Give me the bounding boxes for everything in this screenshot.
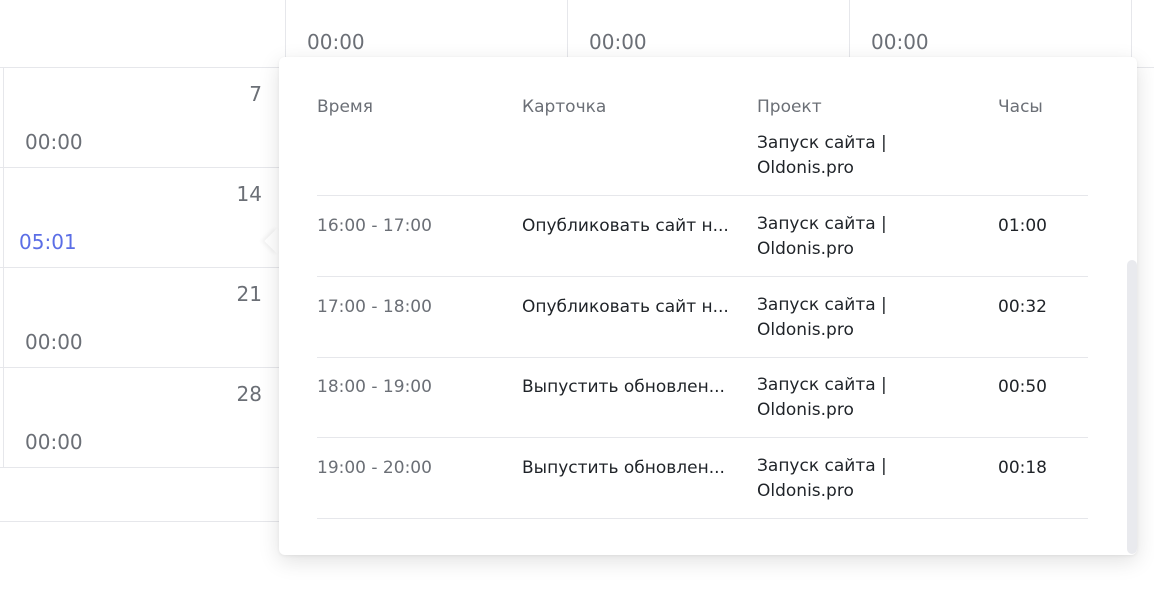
grid-line bbox=[0, 167, 280, 168]
grid-line bbox=[0, 467, 280, 468]
day-total[interactable]: 00:00 bbox=[25, 330, 83, 354]
day-total-selected[interactable]: 05:01 bbox=[19, 230, 77, 254]
entry-project-line1: Запуск сайта | bbox=[757, 375, 887, 395]
grid-line bbox=[0, 521, 280, 522]
column-header-project: Проект bbox=[757, 97, 822, 117]
grid-line bbox=[0, 367, 280, 368]
day-total[interactable]: 00:00 bbox=[307, 30, 365, 54]
entry-project-line1: Запуск сайта | bbox=[757, 133, 887, 153]
day-total[interactable]: 00:00 bbox=[25, 130, 83, 154]
entry-project-line2: Oldonis.pro bbox=[757, 158, 854, 178]
entry-hours: 00:32 bbox=[998, 297, 1047, 317]
table-row[interactable]: 18:00 - 19:00 Выпустить обновлен... Запу… bbox=[317, 357, 1088, 438]
grid-line bbox=[0, 267, 280, 268]
entry-time: 16:00 - 17:00 bbox=[317, 216, 432, 236]
entry-project[interactable]: Запуск сайта | Oldonis.pro bbox=[757, 293, 967, 343]
day-number: 21 bbox=[236, 282, 262, 306]
entry-card[interactable]: Выпустить обновлен... bbox=[522, 458, 737, 478]
column-header-time: Время bbox=[317, 97, 373, 117]
entry-project[interactable]: Запуск сайта | Oldonis.pro bbox=[757, 212, 967, 262]
entry-project-line1: Запуск сайта | bbox=[757, 295, 887, 315]
entry-card[interactable]: Выпустить обновлен... bbox=[522, 377, 737, 397]
entry-project-line2: Oldonis.pro bbox=[757, 481, 854, 501]
entry-project-line2: Oldonis.pro bbox=[757, 239, 854, 259]
entry-project[interactable]: Запуск сайта | Oldonis.pro bbox=[757, 373, 967, 423]
entry-project-line2: Oldonis.pro bbox=[757, 320, 854, 340]
entry-project-line2: Oldonis.pro bbox=[757, 400, 854, 420]
entry-project-line1: Запуск сайта | bbox=[757, 456, 887, 476]
table-header: Время Карточка Проект Часы bbox=[279, 57, 1137, 127]
column-header-hours: Часы bbox=[998, 97, 1043, 117]
entry-card[interactable]: Опубликовать сайт н... bbox=[522, 216, 737, 236]
entry-project[interactable]: Запуск сайта | Oldonis.pro bbox=[757, 454, 967, 504]
day-total[interactable]: 00:00 bbox=[589, 30, 647, 54]
entry-hours: 00:50 bbox=[998, 377, 1047, 397]
entry-time: 19:00 - 20:00 bbox=[317, 458, 432, 478]
entry-time: 17:00 - 18:00 bbox=[317, 297, 432, 317]
entry-card[interactable]: Опубликовать сайт н... bbox=[522, 297, 737, 317]
day-total[interactable]: 00:00 bbox=[871, 30, 929, 54]
entry-project[interactable]: Запуск сайта | Oldonis.pro bbox=[757, 131, 967, 181]
table-row[interactable]: 16:00 - 17:00 Опубликовать сайт н... Зап… bbox=[317, 196, 1088, 277]
day-number: 7 bbox=[249, 82, 262, 106]
grid-line bbox=[3, 68, 4, 468]
table-body[interactable]: Запуск сайта | Oldonis.pro 16:00 - 17:00… bbox=[279, 127, 1137, 555]
day-total[interactable]: 00:00 bbox=[25, 430, 83, 454]
entry-hours: 01:00 bbox=[998, 216, 1047, 236]
entry-project-line1: Запуск сайта | bbox=[757, 214, 887, 234]
scrollbar-thumb[interactable] bbox=[1127, 260, 1137, 554]
entry-time: 18:00 - 19:00 bbox=[317, 377, 432, 397]
day-number: 14 bbox=[236, 182, 262, 206]
time-entries-popover: Время Карточка Проект Часы Запуск сайта … bbox=[279, 57, 1137, 555]
table-row[interactable]: 17:00 - 18:00 Опубликовать сайт н... Зап… bbox=[317, 277, 1088, 358]
table-row[interactable]: 19:00 - 20:00 Выпустить обновлен... Запу… bbox=[317, 438, 1088, 519]
day-number: 28 bbox=[236, 382, 262, 406]
column-header-card: Карточка bbox=[522, 97, 607, 117]
table-row[interactable]: Запуск сайта | Oldonis.pro bbox=[317, 127, 1088, 196]
entry-hours: 00:18 bbox=[998, 458, 1047, 478]
